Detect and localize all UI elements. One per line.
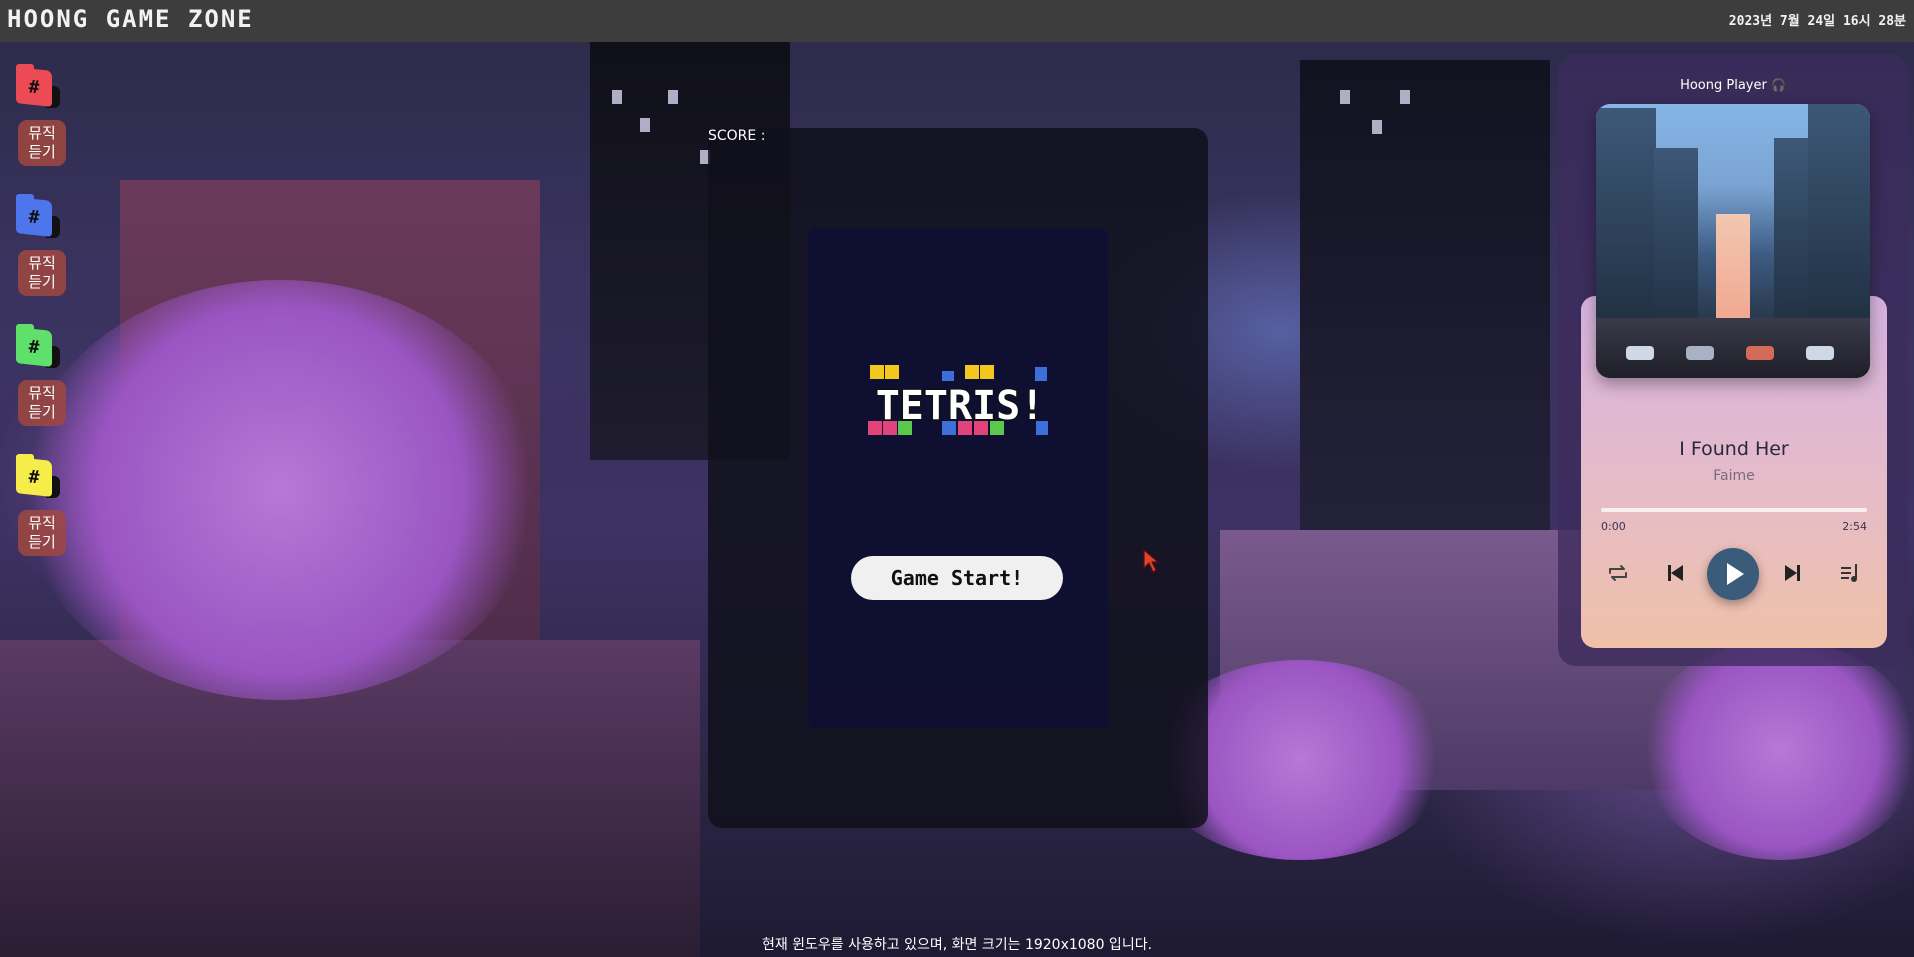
artist-name: Faime — [1713, 468, 1755, 484]
building-window — [1340, 90, 1350, 104]
folder-glyph: # — [16, 197, 52, 237]
building-window — [668, 90, 678, 104]
building-window — [1372, 120, 1382, 134]
music-listen-button[interactable]: 뮤직 듣기 — [18, 120, 66, 166]
playlist-icon[interactable] — [1835, 558, 1865, 588]
building-window — [612, 90, 622, 104]
play-button[interactable] — [1707, 548, 1759, 600]
music-player: Hoong Player 🎧 I Found Her Faime 0:00 2:… — [1558, 54, 1908, 666]
headphones-icon: 🎧 — [1770, 78, 1786, 92]
music-button-label: 뮤직 — [28, 514, 56, 532]
album-art — [1596, 104, 1870, 378]
building-window — [1400, 90, 1410, 104]
music-button-label: 듣기 — [28, 403, 56, 421]
cherry-tree — [1640, 640, 1914, 860]
music-listen-button[interactable]: 뮤직 듣기 — [18, 380, 66, 426]
folder-glyph: # — [16, 67, 52, 107]
music-button-label: 듣기 — [28, 143, 56, 161]
folder-icon[interactable]: # — [16, 194, 60, 238]
folder-glyph: # — [16, 457, 52, 497]
clock: 2023년 7월 24일 16시 28분 — [1728, 14, 1906, 29]
folder-glyph: # — [16, 327, 52, 367]
building-window — [640, 118, 650, 132]
footer-message: 현재 윈도우를 사용하고 있으며, 화면 크기는 1920x1080 입니다. — [761, 937, 1153, 953]
tetris-logo-text: TETRIS! — [876, 383, 1045, 429]
total-time: 2:54 — [1842, 520, 1867, 533]
folder-icon[interactable]: # — [16, 324, 60, 368]
app-title: HOONG GAME ZONE — [7, 5, 254, 33]
game-start-button[interactable]: Game Start! — [851, 556, 1063, 600]
music-button-label: 뮤직 — [28, 254, 56, 272]
folder-icon[interactable]: # — [16, 454, 60, 498]
sidebar-item: # 뮤직 듣기 — [16, 194, 74, 296]
music-button-label: 뮤직 — [28, 124, 56, 142]
game-board[interactable]: TETRIS! Game Start! — [808, 228, 1108, 728]
repeat-icon[interactable] — [1603, 558, 1633, 588]
cherry-tree — [20, 280, 540, 700]
tetris-logo: TETRIS! — [868, 365, 1048, 435]
song-title: I Found Her — [1679, 438, 1789, 460]
current-time: 0:00 — [1601, 520, 1626, 533]
sidebar-item: # 뮤직 듣기 — [16, 64, 74, 166]
game-panel: SCORE : TETRIS! Game Start! — [708, 128, 1208, 828]
top-bar: HOONG GAME ZONE 2023년 7월 24일 16시 28분 — [0, 0, 1914, 42]
music-button-label: 뮤직 — [28, 384, 56, 402]
score-display: SCORE : — [708, 128, 771, 144]
music-button-label: 듣기 — [28, 273, 56, 291]
music-button-label: 듣기 — [28, 533, 56, 551]
next-icon[interactable] — [1778, 558, 1808, 588]
previous-icon[interactable] — [1660, 558, 1690, 588]
player-title: Hoong Player 🎧 — [1558, 78, 1908, 93]
background-building — [1300, 60, 1550, 540]
play-icon — [1727, 563, 1744, 585]
sidebar-item: # 뮤직 듣기 — [16, 454, 74, 556]
progress-bar[interactable] — [1601, 508, 1867, 512]
mouse-cursor-icon — [1143, 548, 1160, 573]
music-listen-button[interactable]: 뮤직 듣기 — [18, 250, 66, 296]
folder-icon[interactable]: # — [16, 64, 60, 108]
music-listen-button[interactable]: 뮤직 듣기 — [18, 510, 66, 556]
sidebar-item: # 뮤직 듣기 — [16, 324, 74, 426]
player-title-text: Hoong Player — [1680, 78, 1767, 93]
score-label: SCORE : — [708, 128, 766, 144]
